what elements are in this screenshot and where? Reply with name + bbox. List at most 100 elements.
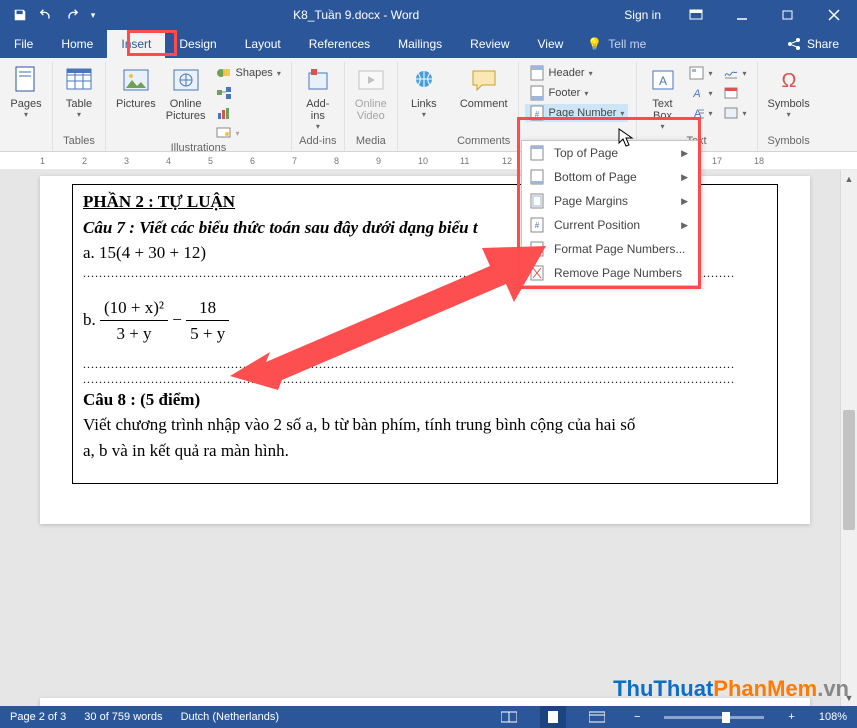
- video-label: Online Video: [355, 98, 387, 122]
- share-button[interactable]: Share: [769, 30, 857, 58]
- date-time-button[interactable]: [719, 84, 751, 102]
- menu-top-of-page[interactable]: Top of Page ▶: [522, 141, 698, 165]
- submenu-arrow-icon: ▶: [681, 148, 688, 159]
- ribbon-display-icon[interactable]: [673, 0, 719, 30]
- dotted-line: ........................................…: [83, 372, 767, 387]
- share-label: Share: [807, 37, 839, 51]
- page-number-menu: Top of Page ▶ Bottom of Page▶ Page Margin…: [521, 140, 699, 286]
- links-icon: [408, 64, 440, 96]
- shapes-button[interactable]: Shapes▾: [212, 64, 285, 82]
- group-symbols: Ω Symbols ▾ Symbols: [758, 62, 820, 151]
- symbols-icon: Ω: [773, 64, 805, 96]
- window-title: K8_Tuần 9.docx - Word: [100, 8, 612, 22]
- online-pictures-icon: [170, 64, 202, 96]
- read-mode-icon[interactable]: [496, 706, 522, 728]
- web-layout-icon[interactable]: [584, 706, 610, 728]
- question-8-line2: a, b và in kết quả ra màn hình.: [83, 438, 767, 464]
- footer-button[interactable]: Footer▾: [525, 84, 629, 102]
- online-pictures-button[interactable]: Online Pictures: [162, 62, 210, 124]
- quick-parts-button[interactable]: ▾: [685, 64, 717, 82]
- redo-icon[interactable]: [60, 3, 84, 27]
- scroll-thumb[interactable]: [843, 410, 855, 530]
- pages-icon: [10, 64, 42, 96]
- watermark-part2: PhanMem: [713, 676, 817, 701]
- quick-access-toolbar: ▾: [0, 3, 100, 27]
- date-icon: [723, 85, 739, 101]
- status-language[interactable]: Dutch (Netherlands): [181, 711, 279, 723]
- smartart-button[interactable]: [212, 84, 285, 102]
- object-button[interactable]: ▾: [719, 104, 751, 122]
- zoom-thumb[interactable]: [722, 712, 730, 723]
- comment-button[interactable]: Comment: [456, 62, 512, 112]
- wordart-button[interactable]: A▾: [685, 84, 717, 102]
- vertical-scrollbar[interactable]: ▲ ▼: [840, 170, 857, 706]
- qat-dropdown-icon[interactable]: ▾: [86, 3, 100, 27]
- tab-layout[interactable]: Layout: [231, 30, 295, 58]
- group-header-footer: Header▾ Footer▾ #Page Number▾ Header & F…: [519, 62, 637, 151]
- symbols-button[interactable]: Ω Symbols ▾: [764, 62, 814, 121]
- zoom-slider[interactable]: [664, 716, 764, 719]
- chart-button[interactable]: [212, 104, 285, 122]
- group-tables-label: Tables: [59, 135, 99, 149]
- frac1-den: 3 + y: [100, 321, 168, 347]
- comment-icon: [468, 64, 500, 96]
- menu-top-label: Top of Page: [554, 146, 618, 160]
- object-icon: [723, 105, 739, 121]
- textbox-label: Text Box: [652, 98, 672, 122]
- menu-remove-page-numbers[interactable]: Remove Page Numbers: [522, 261, 698, 285]
- page-number-label: Page Number: [549, 107, 617, 119]
- footer-icon: [529, 85, 545, 101]
- tab-view[interactable]: View: [524, 30, 578, 58]
- screenshot-button[interactable]: ▾: [212, 124, 285, 142]
- tab-design[interactable]: Design: [165, 30, 230, 58]
- current-position-icon: #: [528, 216, 546, 234]
- online-video-button[interactable]: Online Video: [351, 62, 391, 124]
- zoom-level[interactable]: 108%: [819, 711, 847, 723]
- status-words[interactable]: 30 of 759 words: [84, 711, 162, 723]
- tab-insert[interactable]: Insert: [107, 30, 165, 58]
- zoom-in-button[interactable]: +: [782, 711, 800, 723]
- tell-me-search[interactable]: 💡 Tell me: [577, 30, 656, 58]
- menu-bottom-of-page[interactable]: Bottom of Page▶: [522, 165, 698, 189]
- menu-page-margins[interactable]: Page Margins▶: [522, 189, 698, 213]
- header-button[interactable]: Header▾: [525, 64, 629, 82]
- page-number-button[interactable]: #Page Number▾: [525, 104, 629, 122]
- pictures-button[interactable]: Pictures: [112, 62, 160, 112]
- status-page[interactable]: Page 2 of 3: [10, 711, 66, 723]
- submenu-arrow-icon: ▶: [681, 220, 688, 231]
- save-icon[interactable]: [8, 3, 32, 27]
- close-icon[interactable]: [811, 0, 857, 30]
- sign-in-link[interactable]: Sign in: [612, 8, 673, 22]
- dotted-line: ........................................…: [83, 357, 767, 372]
- quick-parts-icon: [689, 65, 705, 81]
- drop-cap-button[interactable]: A▾: [685, 104, 717, 122]
- minimize-icon[interactable]: [719, 0, 765, 30]
- tab-mailings[interactable]: Mailings: [384, 30, 456, 58]
- menu-current-position[interactable]: #Current Position▶: [522, 213, 698, 237]
- menu-format-page-numbers[interactable]: 1Format Page Numbers...: [522, 237, 698, 261]
- maximize-icon[interactable]: [765, 0, 811, 30]
- tab-file[interactable]: File: [0, 30, 47, 58]
- page-bottom-icon: [528, 168, 546, 186]
- tab-references[interactable]: References: [295, 30, 384, 58]
- svg-text:A: A: [692, 88, 700, 100]
- frac2-den: 5 + y: [186, 321, 229, 347]
- pages-button[interactable]: Pages ▾: [6, 62, 46, 121]
- signature-line-button[interactable]: ▾: [719, 64, 751, 82]
- svg-text:1: 1: [535, 247, 539, 254]
- tab-review[interactable]: Review: [456, 30, 523, 58]
- pictures-label: Pictures: [116, 98, 156, 110]
- online-pictures-label: Online Pictures: [166, 98, 206, 122]
- scroll-up-icon[interactable]: ▲: [841, 170, 857, 187]
- chart-icon: [216, 105, 232, 121]
- tab-home[interactable]: Home: [47, 30, 107, 58]
- horizontal-ruler[interactable]: 123456789101112131415161718: [0, 152, 857, 170]
- text-box-button[interactable]: A Text Box ▾: [643, 62, 683, 133]
- print-layout-icon[interactable]: [540, 706, 566, 728]
- addins-button[interactable]: Add- ins ▾: [298, 62, 338, 133]
- undo-icon[interactable]: [34, 3, 58, 27]
- table-button[interactable]: Table ▾: [59, 62, 99, 121]
- zoom-out-button[interactable]: −: [628, 711, 646, 723]
- links-button[interactable]: Links ▾: [404, 62, 444, 121]
- title-bar: ▾ K8_Tuần 9.docx - Word Sign in: [0, 0, 857, 30]
